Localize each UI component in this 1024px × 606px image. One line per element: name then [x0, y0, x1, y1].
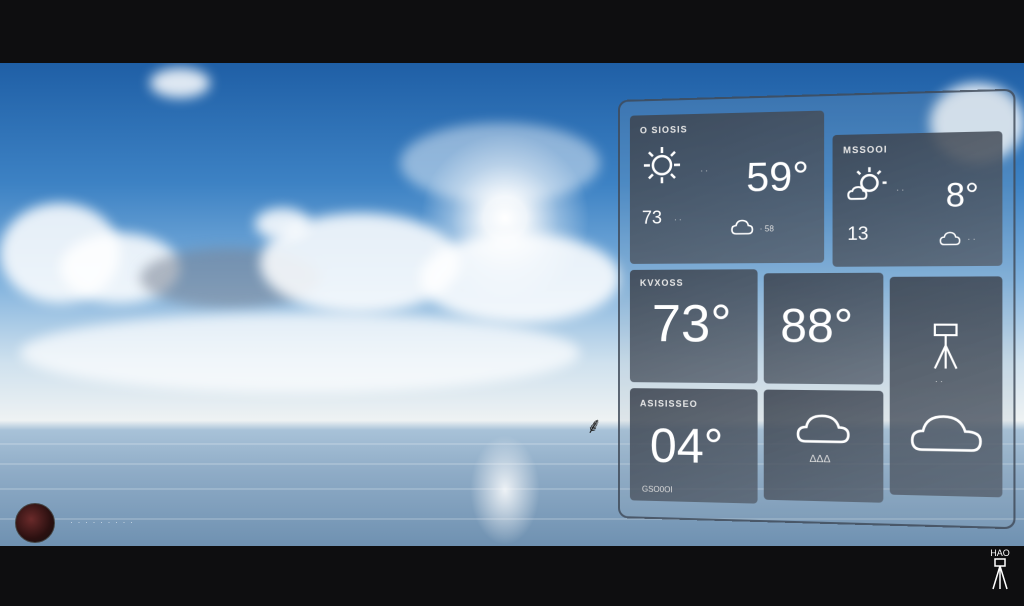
temperature-value: 59°: [746, 154, 809, 201]
weather-tile-rain[interactable]: ΔΔΔ: [763, 389, 884, 503]
temperature-value: 8°: [945, 175, 979, 214]
secondary-temp: 73: [641, 207, 662, 228]
avatar[interactable]: [15, 503, 55, 543]
partly-cloudy-icon: [847, 165, 887, 205]
weather-tile-temp-88[interactable]: 88°: [763, 272, 884, 385]
sun-glint: [470, 435, 540, 545]
temperature-value: 88°: [780, 298, 854, 353]
letterbox-top: [0, 0, 1024, 63]
bird-icon: ⸙: [585, 413, 603, 438]
weather-station-icon: [928, 323, 963, 371]
weather-tile-station[interactable]: · ·: [889, 276, 1003, 498]
weather-tile-primary[interactable]: O SIOSIS · · 59° 73 · · · 58: [629, 110, 825, 264]
cloud-icon: [909, 410, 985, 457]
tile-footer: GSO0OI: [641, 484, 673, 495]
cloud-icon: [731, 218, 754, 237]
weather-tile-temp-73[interactable]: KVXOSS 73°: [629, 269, 758, 384]
tile-sub-label: · 58: [759, 224, 774, 234]
tile-sub-label: · ·: [934, 376, 944, 387]
tile-label: MSSOOI: [843, 144, 888, 156]
tile-label: O SIOSIS: [639, 124, 688, 136]
cloud: [20, 313, 580, 393]
tripod-icon: [992, 558, 1008, 590]
cloud: [400, 123, 600, 203]
rain-drops-label: ΔΔΔ: [809, 453, 831, 466]
sun-icon: [642, 145, 682, 186]
rain-cloud-icon: [795, 410, 852, 452]
cloud: [420, 233, 620, 323]
tile-sub-label: · ·: [896, 185, 905, 195]
weather-tile-temp-04[interactable]: ASISISSEO 04° GSO0OI: [629, 388, 758, 504]
tile-label: ASISISSEO: [639, 398, 698, 410]
temperature-value: 73°: [651, 294, 732, 354]
tile-sub-label: · ·: [700, 166, 708, 176]
cloud-icon: [939, 230, 961, 247]
tile-sub-label: · ·: [674, 215, 682, 225]
secondary-temp: 13: [847, 223, 869, 245]
tile-sub-label: · ·: [967, 234, 976, 245]
avatar-caption: · · · · · · · · ·: [70, 517, 134, 527]
weather-widget-panel[interactable]: O SIOSIS · · 59° 73 · · · 58 MSSOOI · · …: [618, 88, 1016, 530]
tile-label: KVXOSS: [639, 277, 684, 288]
watermark-logo: HAO: [978, 548, 1022, 600]
weather-tile-secondary[interactable]: MSSOOI · · 8° 13 · ·: [832, 131, 1003, 267]
cloud: [255, 208, 310, 240]
letterbox-bottom: [0, 546, 1024, 606]
temperature-value: 04°: [649, 419, 724, 475]
cloud: [150, 68, 210, 98]
watermark-text: HAO: [990, 548, 1010, 558]
